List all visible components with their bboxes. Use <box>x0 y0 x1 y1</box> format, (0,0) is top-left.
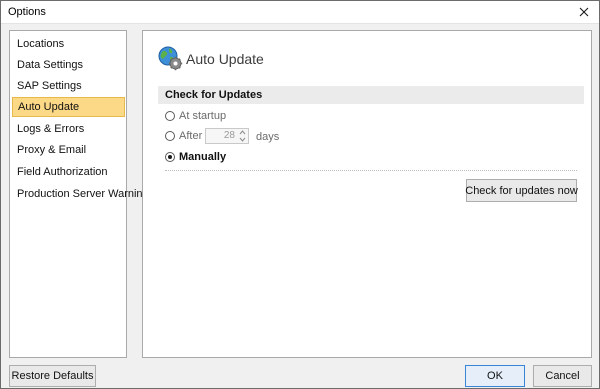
chevron-up-icon[interactable] <box>239 130 246 135</box>
close-button[interactable] <box>569 1 599 23</box>
startup-label: At startup <box>179 110 227 122</box>
section-header: Check for Updates <box>158 86 584 104</box>
sidebar-item-field-authorization[interactable]: Field Authorization <box>11 162 125 182</box>
ok-button[interactable]: OK <box>465 365 525 387</box>
after-label: After <box>179 130 203 142</box>
sidebar-item-label: Auto Update <box>18 101 80 113</box>
window-title: Options <box>8 6 46 18</box>
restore-defaults-button[interactable]: Restore Defaults <box>9 365 96 387</box>
sidebar-item-logs-errors[interactable]: Logs & Errors <box>11 119 125 139</box>
sidebar-item-label: Logs & Errors <box>17 123 85 135</box>
sidebar-item-proxy-email[interactable]: Proxy & Email <box>11 140 125 160</box>
globe-gear-icon <box>158 46 183 71</box>
sidebar-item-label: Data Settings <box>17 59 84 71</box>
options-dialog: Options Locations Data Settings SAP Sett… <box>0 0 600 389</box>
days-unit-label: days <box>256 131 280 143</box>
settings-panel: Auto Update Check for Updates At startup… <box>142 30 592 358</box>
manually-radio[interactable] <box>165 152 175 162</box>
options-sidebar: Locations Data Settings SAP Settings Aut… <box>9 30 149 358</box>
sidebar-item-sap-settings[interactable]: SAP Settings <box>11 76 125 96</box>
days-value: 28 <box>223 130 235 141</box>
section-title: Check for Updates <box>165 89 263 101</box>
days-stepper[interactable]: 28 <box>205 128 249 144</box>
check-updates-button[interactable]: Check for updates now <box>465 179 578 202</box>
title-bar: Options <box>1 1 599 24</box>
manually-option[interactable]: Manually <box>165 150 226 164</box>
cancel-button[interactable]: Cancel <box>533 365 592 387</box>
sidebar-item-label: SAP Settings <box>17 80 82 92</box>
sidebar-item-production-server-warning[interactable]: Production Server Warning <box>11 184 149 204</box>
sidebar-item-label: Proxy & Email <box>17 144 87 156</box>
startup-option[interactable]: At startup <box>165 109 226 123</box>
stepper-arrows[interactable] <box>238 130 247 142</box>
after-radio[interactable] <box>165 131 175 141</box>
after-option[interactable]: After <box>165 129 202 143</box>
sidebar-item-label: Locations <box>17 38 65 50</box>
sidebar-item-auto-update[interactable]: Auto Update <box>12 97 125 117</box>
chevron-down-icon[interactable] <box>239 137 246 142</box>
sidebar-item-data-settings[interactable]: Data Settings <box>11 55 125 75</box>
sidebar-item-locations[interactable]: Locations <box>11 34 125 54</box>
manually-label: Manually <box>179 151 227 163</box>
close-icon <box>579 7 589 17</box>
sidebar-item-label: Production Server Warning <box>17 188 149 200</box>
sidebar-item-label: Field Authorization <box>17 166 108 178</box>
startup-radio[interactable] <box>165 111 175 121</box>
page-title: Auto Update <box>186 51 264 67</box>
section-divider <box>165 170 577 171</box>
